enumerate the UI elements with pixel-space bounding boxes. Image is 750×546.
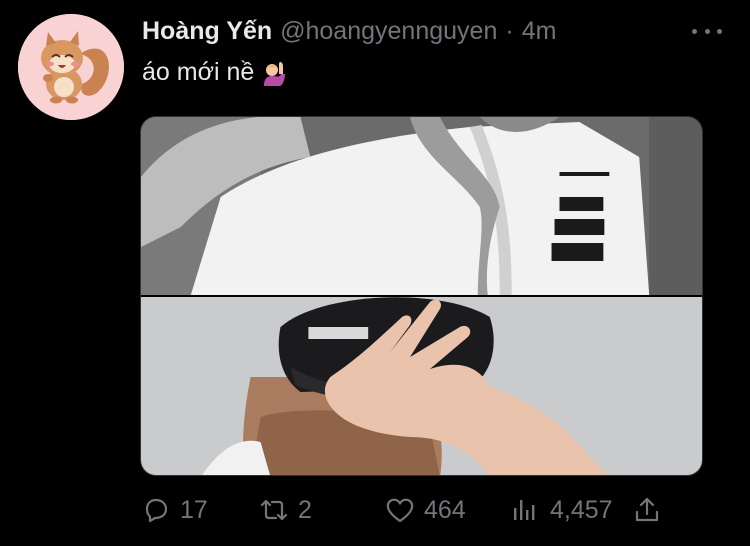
more-dots-icon[interactable] [692, 20, 722, 42]
media-photo-cap[interactable] [141, 297, 702, 475]
retweet-count: 2 [298, 495, 312, 524]
timestamp[interactable]: 4m [522, 17, 557, 46]
tweet-text-content: áo mới nề [142, 58, 255, 86]
share-button[interactable] [631, 490, 663, 530]
views-count: 4,457 [550, 495, 613, 524]
heart-icon [386, 498, 414, 523]
media-photo-shirt-back[interactable] [141, 117, 702, 295]
avatar[interactable] [18, 14, 124, 120]
tweet[interactable]: Hoàng Yến @hoangyennguyen · 4m áo mới nề [0, 0, 750, 546]
views-button[interactable]: 4,457 [510, 490, 613, 530]
retweet-icon [260, 499, 288, 521]
tweet-media[interactable] [140, 116, 703, 476]
views-icon [514, 500, 535, 520]
like-button[interactable]: 464 [384, 490, 466, 530]
like-count: 464 [424, 495, 466, 524]
tweet-text: áo mới nề [142, 58, 288, 87]
reply-count: 17 [180, 495, 208, 524]
squirrel-avatar-icon [18, 14, 124, 120]
reply-button[interactable]: 17 [140, 490, 208, 530]
display-name[interactable]: Hoàng Yến [142, 17, 272, 46]
reply-icon [145, 498, 168, 523]
tweet-header: Hoàng Yến @hoangyennguyen · 4m [142, 14, 732, 48]
person-raising-hand-emoji-icon [264, 61, 286, 86]
retweet-button[interactable]: 2 [258, 490, 312, 530]
user-handle[interactable]: @hoangyennguyen [280, 17, 497, 46]
share-icon [635, 497, 659, 522]
separator-dot: · [505, 16, 514, 45]
tweet-actions: 17 2 464 4,457 [140, 490, 664, 530]
